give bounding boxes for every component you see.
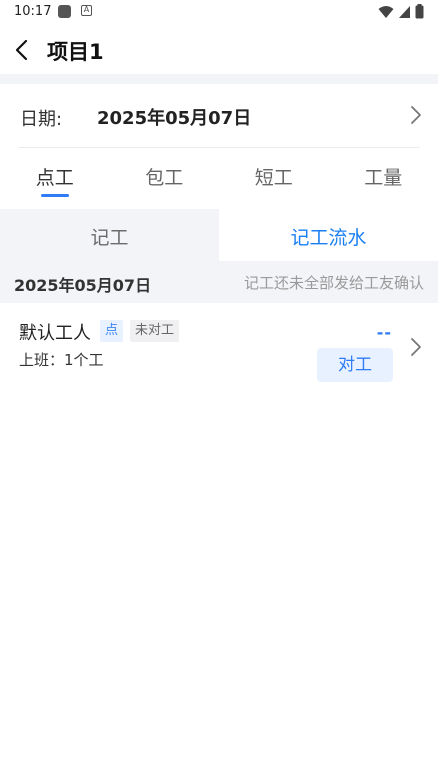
wifi-icon [378,5,394,18]
chevron-right-icon [411,106,421,124]
date-value: 2025年05月07日 [97,108,252,129]
worker-name: 默认工人 [19,323,91,344]
status-icons [378,4,424,19]
reconcile-button[interactable]: 对工 [317,348,393,382]
section-divider [0,74,438,84]
status-bar: 10:17 A [0,0,438,26]
app-header: 项目1 [0,26,438,74]
view-segment: 记工 记工流水 [0,209,438,261]
tab-label: 工量 [364,167,403,189]
battery-icon [415,4,424,19]
tab-label: 短工 [254,167,293,189]
status-badge: 未对工 [130,320,180,342]
record-date: 2025年05月07日 [14,276,152,295]
chevron-right-icon [411,338,421,356]
amount-value: -- [376,323,392,342]
record-date-header: 2025年05月07日 记工还未全部发给工友确认 [0,261,438,303]
work-type-tabs: 点工 包工 短工 工量 [0,148,438,200]
back-button[interactable] [6,34,38,66]
status-time: 10:17 [14,4,52,19]
segment-flow[interactable]: 记工流水 [219,209,438,261]
chevron-left-icon [15,39,28,61]
tab-dian-gong[interactable]: 点工 [0,148,110,200]
active-tab-indicator [40,194,69,197]
tab-gong-liang[interactable]: 工量 [329,148,438,200]
page-title: 项目1 [47,40,104,64]
tab-label: 包工 [145,167,184,189]
confirm-note: 记工还未全部发给工友确认 [243,274,424,292]
date-picker-row[interactable]: 日期: 2025年05月07日 [0,84,438,148]
tab-duan-gong[interactable]: 短工 [219,148,329,200]
notification-a-icon: A [81,5,92,16]
segment-record[interactable]: 记工 [0,209,219,261]
tab-label: 点工 [35,167,74,189]
signal-icon [399,5,410,18]
date-label: 日期: [20,109,63,130]
shift-info: 上班：1个工 [19,351,104,369]
list-item[interactable]: 默认工人 点 未对工 上班：1个工 -- 对工 [0,303,438,393]
notification-app-icon [58,5,71,18]
tab-bao-gong[interactable]: 包工 [110,148,220,200]
work-type-badge: 点 [100,320,124,342]
